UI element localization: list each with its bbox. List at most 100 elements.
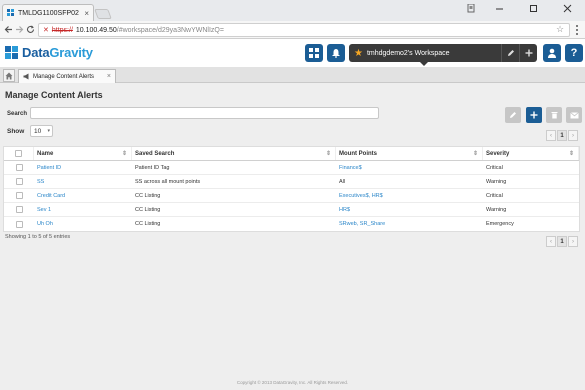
pagination-bottom: ‹ 1 › — [546, 236, 578, 247]
row-checkbox[interactable] — [15, 192, 23, 199]
favicon-icon — [7, 9, 14, 16]
edit-alert-button[interactable] — [505, 107, 521, 123]
dashboard-grid-button[interactable] — [305, 44, 323, 62]
home-tab-button[interactable] — [3, 69, 15, 82]
page-size-select[interactable]: 10 ▾ — [30, 125, 53, 137]
mount-points-link[interactable]: HR$ — [336, 203, 483, 216]
datagravity-logo[interactable]: DataGravity — [5, 45, 93, 60]
severity-cell: Emergency — [486, 221, 514, 227]
user-profile-icon[interactable] — [463, 0, 479, 16]
table-row[interactable]: Sev 1 CC Listing HR$ Warning — [4, 203, 579, 217]
alert-name-link[interactable]: Patient ID — [34, 161, 132, 174]
show-label: Show — [7, 128, 25, 135]
add-workspace-button[interactable] — [519, 44, 537, 62]
saved-search-cell: CC Listing — [135, 221, 161, 227]
chevron-down-icon: ▾ — [47, 128, 50, 134]
severity-cell: Warning — [486, 178, 507, 185]
email-alert-button[interactable] — [566, 107, 582, 123]
mount-points-link[interactable]: Executives$, HR$ — [336, 189, 483, 202]
add-alert-button[interactable] — [526, 107, 542, 123]
browser-tab-title: TMLDG1100SFP02 - ... — [18, 9, 81, 17]
grid-icon — [309, 48, 319, 58]
row-select-cell — [4, 189, 34, 202]
table-header: Name ⇕ Saved Search ⇕ Mount Points ⇕ Severi… — [4, 147, 579, 161]
copyright-footer: Copyright © 2013 DataGravity, Inc. All R… — [236, 380, 349, 385]
alerts-table: Name ⇕ Saved Search ⇕ Mount Points ⇕ Severi… — [3, 146, 580, 232]
tab-label: Manage Content Alerts — [33, 73, 95, 80]
user-account-button[interactable] — [543, 44, 561, 62]
address-bar[interactable]: ✕ https:// 10.100.49.50/#workspace/d29ya… — [38, 23, 570, 37]
reload-icon[interactable] — [24, 23, 36, 36]
minimize-icon[interactable] — [484, 0, 514, 16]
next-page-button[interactable]: › — [568, 236, 578, 247]
workspace-selector[interactable]: ★ tmhdgdemo2's Workspace — [349, 44, 537, 66]
pencil-icon — [507, 50, 514, 56]
tab-manage-content-alerts[interactable]: Manage Content Alerts × — [18, 69, 116, 83]
url-path: /#workspace/d29ya3NwYWNlIzQ= — [116, 26, 224, 34]
prev-page-button[interactable]: ‹ — [546, 130, 556, 141]
alert-name-link[interactable]: SS — [34, 175, 132, 188]
column-header-name[interactable]: Name ⇕ — [34, 147, 132, 160]
sort-icon: ⇕ — [325, 151, 331, 157]
logo-text: DataGravity — [22, 45, 93, 60]
browser-tab[interactable]: TMLDG1100SFP02 - ... × — [2, 4, 94, 21]
search-input[interactable] — [30, 107, 379, 119]
entries-info: Showing 1 to 5 of 5 entries — [5, 234, 71, 240]
table-row[interactable]: Patient ID Patient ID Tag Finance$ Critical — [4, 161, 579, 175]
column-header-saved-search[interactable]: Saved Search ⇕ — [132, 147, 336, 160]
user-icon — [548, 48, 556, 58]
close-window-icon[interactable] — [552, 0, 582, 16]
severity-cell: Critical — [486, 192, 503, 199]
favorite-star-icon: ★ — [354, 47, 363, 59]
page-number-button[interactable]: 1 — [557, 130, 567, 141]
mount-points-link[interactable]: Finance$ — [336, 161, 483, 174]
delete-alert-button[interactable] — [546, 107, 562, 123]
help-button[interactable]: ? — [565, 44, 583, 62]
prev-page-button[interactable]: ‹ — [546, 236, 556, 247]
sort-icon: ⇕ — [568, 151, 574, 157]
maximize-icon[interactable] — [518, 0, 548, 16]
browser-toolbar: ✕ https:// 10.100.49.50/#workspace/d29ya… — [0, 21, 585, 39]
row-select-cell — [4, 175, 34, 188]
row-checkbox[interactable] — [15, 220, 23, 228]
pagination-top: ‹ 1 › — [546, 130, 578, 141]
bell-icon — [332, 49, 340, 58]
app-header: DataGravity ★ tmhdgdemo2's Workspace ? — [0, 39, 585, 67]
next-page-button[interactable]: › — [568, 130, 578, 141]
workspace-caret — [420, 62, 428, 66]
alert-name-link[interactable]: Uh Oh — [34, 217, 132, 231]
question-mark-icon: ? — [570, 47, 578, 59]
table-row[interactable]: Credit Card CC Listing Executives$, HR$ Cri… — [4, 189, 579, 203]
page-number-button[interactable]: 1 — [557, 236, 567, 247]
table-row[interactable]: SS SS across all mount points All Warning — [4, 175, 579, 189]
column-header-mount-points[interactable]: Mount Points ⇕ — [336, 147, 483, 160]
select-all-cell — [4, 147, 34, 160]
row-checkbox[interactable] — [15, 178, 23, 185]
alert-name-link[interactable]: Sev 1 — [34, 203, 132, 216]
alert-name-link[interactable]: Credit Card — [34, 189, 132, 202]
select-all-checkbox[interactable] — [15, 150, 22, 157]
main-content: Manage Content Alerts Search Show 10 ▾ ‹… — [0, 84, 585, 390]
search-label: Search — [7, 111, 28, 117]
plus-icon — [530, 111, 538, 119]
browser-menu-icon[interactable] — [572, 23, 582, 36]
browser-tabstrip: TMLDG1100SFP02 - ... × — [0, 0, 585, 21]
url-scheme: https:// — [51, 26, 73, 34]
workspace-label: tmhdgdemo2's Workspace — [366, 49, 450, 57]
severity-cell: Warning — [486, 206, 507, 213]
table-row[interactable]: Uh Oh CC Listing SRweb, SR_Share Emergency — [4, 217, 579, 231]
row-checkbox[interactable] — [15, 206, 23, 213]
megaphone-icon — [23, 73, 29, 80]
bookmark-star-icon[interactable]: ☆ — [556, 24, 564, 35]
mount-points-cell: All — [339, 178, 346, 185]
close-tab-icon[interactable]: × — [84, 9, 89, 18]
close-tab-icon[interactable]: × — [107, 73, 111, 80]
column-header-severity[interactable]: Severity ⇕ — [483, 147, 579, 160]
mount-points-link[interactable]: SRweb, SR_Share — [336, 217, 483, 231]
row-checkbox[interactable] — [15, 164, 23, 171]
page-title: Manage Content Alerts — [5, 90, 103, 100]
edit-workspace-button[interactable] — [501, 44, 519, 62]
home-icon — [5, 72, 13, 79]
new-tab-button[interactable] — [94, 9, 112, 19]
notifications-button[interactable] — [327, 44, 345, 62]
